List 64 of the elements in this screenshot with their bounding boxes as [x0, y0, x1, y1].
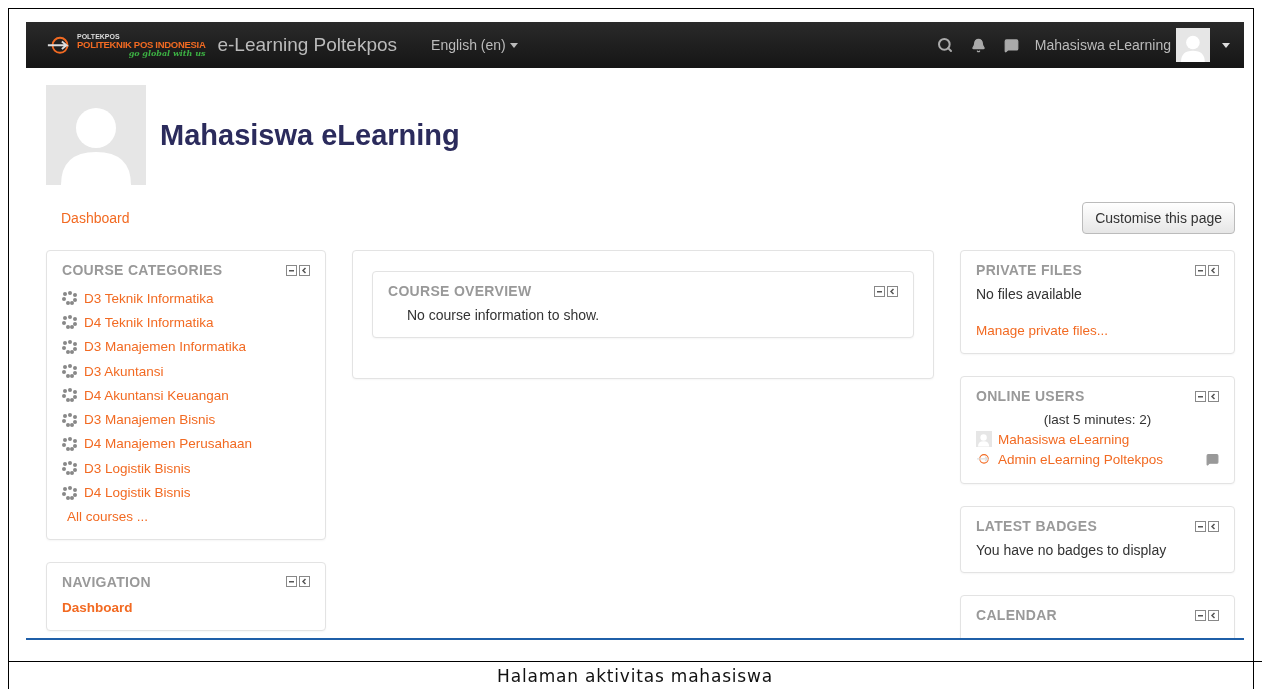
category-icon [62, 412, 78, 427]
category-link[interactable]: D4 Teknik Informatika [84, 314, 214, 330]
category-icon [62, 315, 78, 330]
category-icon [62, 388, 78, 403]
dock-icon[interactable] [1208, 609, 1219, 621]
block-message: You have no badges to display [976, 542, 1168, 558]
message-icon[interactable] [1003, 37, 1019, 53]
navigation-link[interactable]: Dashboard [62, 599, 133, 615]
category-link[interactable]: D3 Manajemen Bisnis [84, 412, 216, 428]
category-link[interactable]: D3 Manajemen Informatika [84, 339, 247, 355]
category-link[interactable]: D3 Akuntansi [84, 363, 164, 379]
block-title: NAVIGATION [62, 573, 151, 590]
manage-files-link[interactable]: Manage private files... [976, 323, 1109, 338]
collapse-icon[interactable] [1195, 609, 1206, 621]
category-link[interactable]: D3 Teknik Informatika [84, 290, 214, 306]
category-icon [62, 485, 78, 500]
category-icon [62, 339, 78, 354]
files-message: No files available [976, 286, 1083, 302]
block-title: COURSE OVERVIEW [388, 283, 532, 299]
collapse-icon[interactable] [1195, 520, 1206, 532]
category-icon [62, 364, 78, 379]
dock-icon[interactable] [1208, 520, 1219, 532]
collapse-icon[interactable] [1195, 264, 1206, 276]
dock-icon[interactable] [1208, 264, 1219, 276]
category-link[interactable]: D4 Logistik Bisnis [84, 485, 191, 500]
block-title: LATEST BADGES [976, 518, 1098, 534]
dock-icon[interactable] [1208, 390, 1219, 402]
caret-icon [509, 42, 518, 48]
block-title: CALENDAR [976, 607, 1057, 623]
block-title: ONLINE USERS [976, 388, 1085, 404]
user-name[interactable]: Mahasiswa eLearning [1034, 37, 1171, 53]
logo-tagline: go global with us [128, 49, 206, 58]
search-icon[interactable] [936, 37, 953, 53]
customise-button[interactable]: Customise this page [1082, 202, 1235, 234]
category-icon [62, 436, 78, 451]
logo-text: POLITEKNIK POS INDONESIA [77, 39, 206, 50]
collapse-icon[interactable] [286, 576, 297, 588]
site-name[interactable]: e-Learning Poltekpos [217, 34, 398, 56]
caret-icon[interactable] [1222, 42, 1230, 48]
dock-icon[interactable] [299, 264, 310, 276]
language-menu[interactable]: English (en) [431, 37, 518, 53]
logo-emblem-icon [976, 453, 992, 465]
dock-icon[interactable] [887, 285, 898, 297]
category-link[interactable]: D4 Akuntansi Keuangan [84, 387, 229, 403]
bell-icon[interactable] [970, 37, 986, 53]
category-icon [62, 461, 78, 476]
breadcrumb-link[interactable]: Dashboard [61, 210, 130, 226]
online-users-summary: (last 5 minutes: 2) [1042, 412, 1153, 427]
collapse-icon[interactable] [874, 285, 885, 297]
block-title: COURSE CATEGORIES [62, 262, 223, 278]
user-link[interactable]: Mahasiswa eLearning [998, 431, 1130, 447]
profile-name: Mahasiswa eLearning [160, 118, 460, 152]
user-link[interactable]: Admin eLearning Poltekpos [998, 451, 1164, 467]
user-avatar [976, 431, 992, 447]
collapse-icon[interactable] [286, 264, 297, 276]
block-title: PRIVATE FILES [976, 262, 1083, 278]
block-message: No course information to show. [406, 307, 601, 323]
figure-caption: Halaman aktivitas mahasiswa [497, 665, 773, 686]
category-icon [62, 291, 78, 306]
all-courses-link[interactable]: All courses ... [67, 508, 149, 524]
category-link[interactable]: D3 Logistik Bisnis [84, 460, 191, 476]
category-link[interactable]: D4 Manajemen Perusahaan [84, 436, 253, 452]
collapse-icon[interactable] [1195, 390, 1206, 402]
dock-icon[interactable] [299, 576, 310, 588]
